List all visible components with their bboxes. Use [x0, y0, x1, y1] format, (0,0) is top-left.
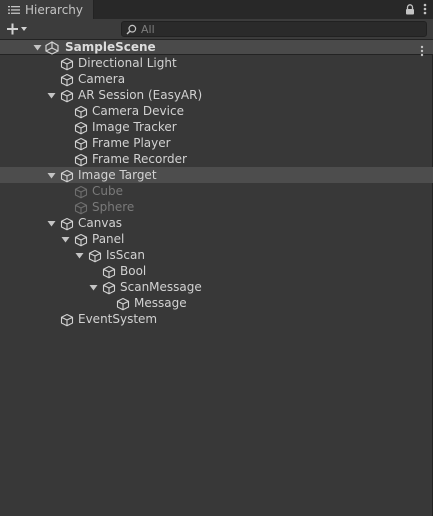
tab-hierarchy[interactable]: Hierarchy [0, 0, 94, 19]
gameobject-cube-icon [74, 152, 88, 167]
tab-bar: Hierarchy [0, 0, 433, 19]
gameobject-cube-icon [60, 216, 74, 231]
list-item[interactable]: IsScan [0, 247, 433, 263]
toolbar [0, 19, 433, 40]
expand-arrow-icon[interactable] [60, 234, 70, 244]
hierarchy-window: Hierarchy All SampleScene Directional Li… [0, 0, 433, 516]
item-label: Bool [120, 264, 147, 278]
item-label: Frame Recorder [92, 152, 187, 166]
list-item[interactable]: Frame Recorder [0, 151, 433, 167]
list-item[interactable]: Cube [0, 183, 433, 199]
item-label: Message [134, 296, 187, 310]
gameobject-cube-icon [74, 184, 88, 199]
expand-arrow-icon[interactable] [46, 218, 56, 228]
item-label: AR Session (EasyAR) [78, 88, 203, 102]
gameobject-cube-icon [74, 104, 88, 119]
gameobject-cube-icon [74, 136, 88, 151]
expand-arrow-icon[interactable] [74, 250, 84, 260]
expand-arrow-icon[interactable] [46, 90, 56, 100]
list-item[interactable]: EventSystem [0, 311, 433, 327]
scene-row[interactable]: SampleScene [0, 40, 433, 57]
list-item[interactable]: Camera Device [0, 103, 433, 119]
gameobject-cube-icon [74, 120, 88, 135]
item-label: IsScan [106, 248, 145, 262]
item-label: Canvas [78, 216, 123, 230]
item-label: Camera Device [92, 104, 184, 118]
gameobject-cube-icon [60, 168, 74, 183]
gameobject-cube-icon [60, 88, 74, 103]
hierarchy-tree: SampleScene Directional Light Camera AR … [0, 40, 433, 327]
search-input[interactable] [137, 22, 401, 36]
gameobject-cube-icon [116, 296, 130, 311]
expand-arrow-icon[interactable] [88, 282, 98, 292]
list-item[interactable]: Sphere [0, 199, 433, 215]
gameobject-cube-icon [60, 72, 74, 87]
search-field[interactable] [121, 21, 427, 37]
list-icon [8, 4, 21, 15]
list-item[interactable]: AR Session (EasyAR) [0, 87, 433, 103]
gameobject-cube-icon [74, 200, 88, 215]
gameobject-cube-icon [102, 264, 116, 279]
unity-scene-icon [45, 40, 59, 55]
item-label: Camera [78, 72, 126, 86]
list-item[interactable]: Bool [0, 263, 433, 279]
list-item[interactable]: Image Tracker [0, 119, 433, 135]
gameobject-cube-icon [88, 248, 102, 263]
lock-icon[interactable] [405, 0, 415, 19]
item-label: Panel [92, 232, 125, 246]
gameobject-cube-icon [60, 56, 74, 71]
list-item[interactable]: Frame Player [0, 135, 433, 151]
gameobject-cube-icon [74, 232, 88, 247]
list-item[interactable]: Image Target [0, 167, 433, 183]
list-item[interactable]: ScanMessage [0, 279, 433, 295]
list-item[interactable]: Canvas [0, 215, 433, 231]
item-label: Frame Player [92, 136, 171, 150]
list-item[interactable]: Message [0, 295, 433, 311]
item-label: Image Target [78, 168, 157, 182]
item-label: Directional Light [78, 56, 177, 70]
expand-arrow-icon[interactable] [32, 42, 42, 52]
item-label: EventSystem [78, 312, 158, 326]
create-button[interactable] [5, 21, 33, 37]
scene-options-icon[interactable] [420, 42, 424, 57]
list-item[interactable]: Directional Light [0, 55, 433, 71]
more-options-icon[interactable] [423, 0, 427, 19]
scene-name: SampleScene [65, 40, 156, 54]
list-item[interactable]: Panel [0, 231, 433, 247]
item-label: Cube [92, 184, 123, 198]
search-icon [126, 24, 137, 35]
item-label: ScanMessage [120, 280, 202, 294]
item-label: Sphere [92, 200, 135, 214]
expand-arrow-icon[interactable] [46, 170, 56, 180]
gameobject-cube-icon [102, 280, 116, 295]
gameobject-cube-icon [60, 312, 74, 327]
tab-label: Hierarchy [25, 2, 84, 17]
list-item[interactable]: Camera [0, 71, 433, 87]
item-label: Image Tracker [92, 120, 177, 134]
